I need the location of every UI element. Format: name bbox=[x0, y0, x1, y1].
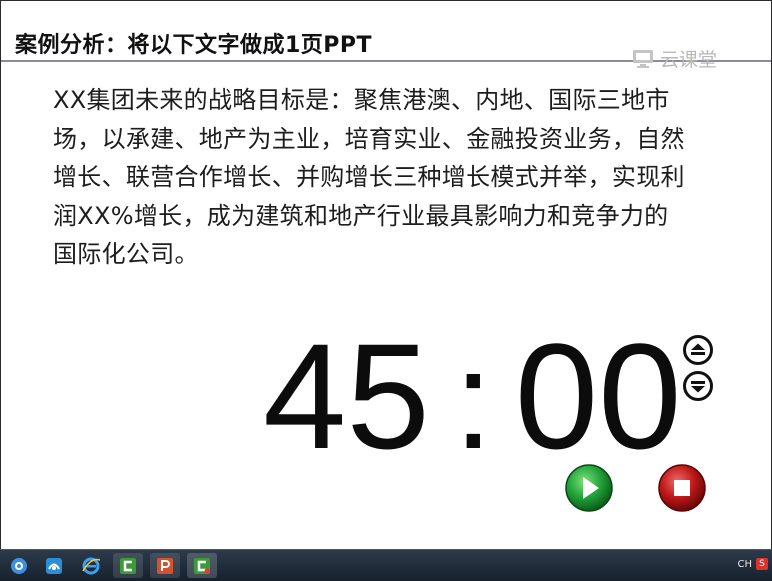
camtasia-recorder-icon bbox=[194, 557, 210, 574]
body-line: 国际化公司。 bbox=[53, 240, 199, 268]
slide-window: 案例分析：将以下文字做成1页PPT 云课堂 XX集团未来的战略目标是：聚焦港澳、… bbox=[0, 0, 772, 550]
body-line: XX集团未来的战略目标是：聚焦港澳、内地、国际三地市 bbox=[53, 86, 670, 114]
body-line: 增长、联营合作增长、并购增长三种增长模式并举，实现利 bbox=[53, 163, 685, 191]
play-icon bbox=[565, 464, 613, 512]
brand-name: 云课堂 bbox=[659, 49, 717, 71]
slide-title: 案例分析：将以下文字做成1页PPT bbox=[15, 33, 373, 58]
taskbar-app-camtasia[interactable] bbox=[113, 553, 143, 578]
timer-minutes: 45 bbox=[263, 312, 430, 480]
stop-icon bbox=[658, 464, 706, 512]
stop-button[interactable] bbox=[657, 463, 707, 513]
slide-body-text: XX集团未来的战略目标是：聚焦港澳、内地、国际三地市 场，以承建、地产为主业，培… bbox=[53, 81, 733, 274]
taskbar-app-powerpoint[interactable] bbox=[150, 553, 180, 578]
browser-icon bbox=[46, 557, 62, 574]
system-tray: CH S bbox=[737, 558, 768, 570]
timer-separator: : bbox=[453, 321, 493, 478]
timer-seconds: 00 bbox=[514, 312, 682, 480]
body-line: 场，以承建、地产为主业，培育实业、金融投资业务，自然 bbox=[53, 124, 685, 153]
internet-explorer-icon bbox=[82, 557, 101, 574]
increase-time-button[interactable] bbox=[682, 334, 714, 366]
double-down-arrow-icon bbox=[683, 371, 713, 401]
decrease-time-button[interactable] bbox=[682, 370, 714, 402]
taskbar-app-browser[interactable] bbox=[39, 553, 69, 578]
monitor-logo-icon bbox=[632, 49, 653, 68]
input-language-indicator[interactable]: CH bbox=[737, 559, 752, 570]
powerpoint-icon bbox=[157, 557, 173, 574]
tray-app-icon[interactable]: S bbox=[756, 558, 768, 570]
camtasia-icon bbox=[120, 557, 136, 574]
360-browser-icon bbox=[11, 557, 27, 574]
countdown-timer: 45 : 00 bbox=[263, 321, 682, 475]
taskbar: CH S bbox=[0, 549, 772, 581]
body-line: 润XX%增长，成为建筑和地产行业最具影响力和竞争力的 bbox=[53, 201, 669, 230]
taskbar-app-360-browser[interactable] bbox=[4, 553, 34, 578]
taskbar-app-ie[interactable] bbox=[76, 553, 106, 578]
double-up-arrow-icon bbox=[683, 335, 713, 365]
play-button[interactable] bbox=[564, 463, 614, 513]
taskbar-app-camtasia-recorder[interactable] bbox=[187, 553, 217, 578]
brand-watermark: 云课堂 bbox=[632, 45, 717, 72]
